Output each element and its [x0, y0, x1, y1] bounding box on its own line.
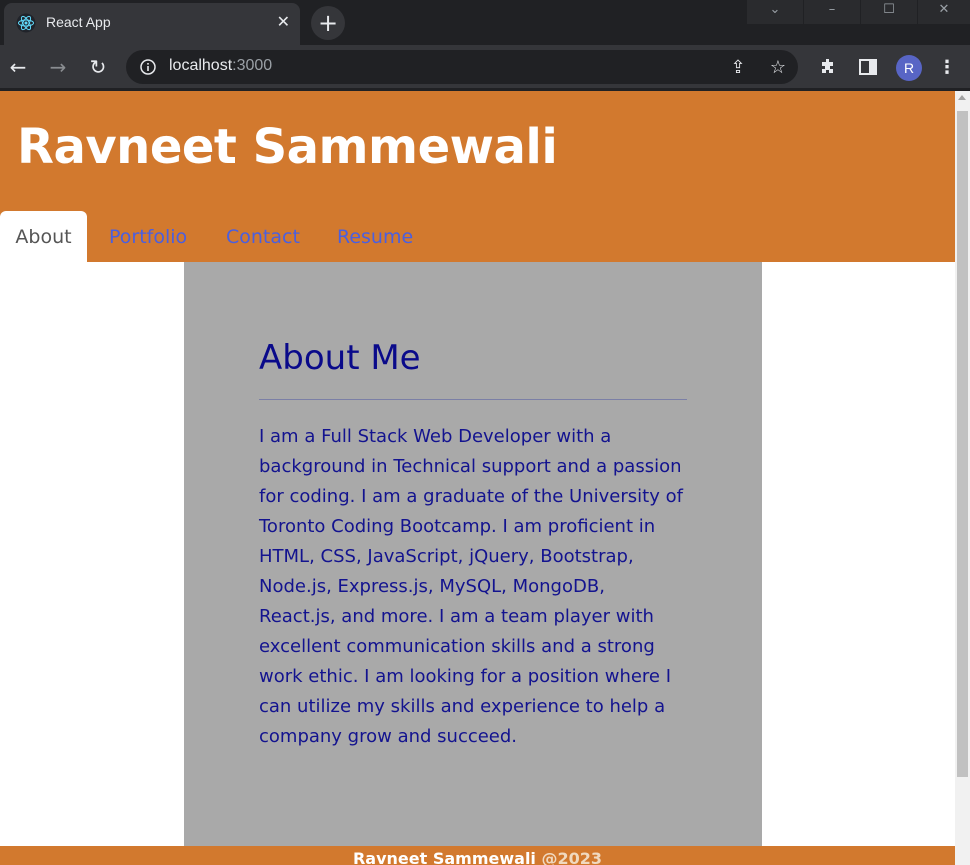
browser-tab[interactable]: React App ✕ [4, 3, 300, 45]
minimize-icon[interactable]: – [804, 0, 860, 24]
star-icon[interactable]: ☆ [768, 58, 788, 78]
react-favicon [16, 13, 36, 33]
close-window-icon[interactable]: ✕ [918, 0, 970, 24]
browser-tab-strip: React App ✕ + ⌄ – ☐ ✕ [0, 0, 970, 45]
new-tab-button[interactable]: + [311, 6, 345, 40]
page-viewport: Ravneet Sammewali About Portfolio Contac… [0, 91, 955, 865]
site-title: Ravneet Sammewali [17, 119, 558, 175]
url-text: localhost:3000 [169, 57, 272, 75]
about-heading: About Me [259, 338, 421, 378]
browser-toolbar: ← → ↻ localhost:3000 ⇪ ☆ R ⋮ [0, 45, 970, 90]
about-body: I am a Full Stack Web Developer with a b… [259, 426, 683, 747]
tab-title: React App [46, 14, 111, 30]
nav-contact[interactable]: Contact [226, 211, 300, 262]
footer-name: Ravneet Sammewali [352, 849, 536, 865]
extensions-icon[interactable] [817, 57, 839, 79]
maximize-icon[interactable]: ☐ [861, 0, 917, 24]
scrollbar-thumb[interactable] [957, 111, 968, 777]
address-bar[interactable]: localhost:3000 ⇪ ☆ [126, 50, 798, 84]
share-icon[interactable]: ⇪ [728, 58, 748, 78]
footer-year: @2023 [541, 849, 603, 865]
info-icon[interactable] [140, 59, 156, 75]
nav-portfolio[interactable]: Portfolio [109, 211, 187, 262]
side-panel-icon[interactable] [857, 57, 879, 79]
kebab-menu-icon[interactable]: ⋮ [936, 57, 958, 79]
nav-resume[interactable]: Resume [337, 211, 413, 262]
url-host: localhost [169, 57, 233, 74]
divider [259, 399, 687, 400]
site-header: Ravneet Sammewali About Portfolio Contac… [0, 91, 955, 262]
tab-close-icon[interactable]: ✕ [277, 12, 290, 32]
puzzle-icon [822, 59, 833, 73]
forward-arrow-icon[interactable]: → [46, 55, 70, 79]
nav-about[interactable]: About [0, 211, 87, 262]
scroll-up-icon[interactable] [958, 95, 966, 100]
site-nav: About Portfolio Contact Resume [0, 211, 955, 262]
tab-search-icon[interactable]: ⌄ [747, 0, 803, 24]
back-arrow-icon[interactable]: ← [6, 55, 30, 79]
about-section: About Me I am a Full Stack Web Developer… [184, 262, 762, 852]
panel-icon [859, 59, 877, 75]
profile-avatar[interactable]: R [896, 55, 922, 81]
reload-icon[interactable]: ↻ [86, 55, 110, 79]
page-scrollbar[interactable] [955, 91, 970, 865]
url-port: :3000 [232, 57, 273, 74]
site-footer: Ravneet Sammewali @2023 [0, 846, 955, 865]
